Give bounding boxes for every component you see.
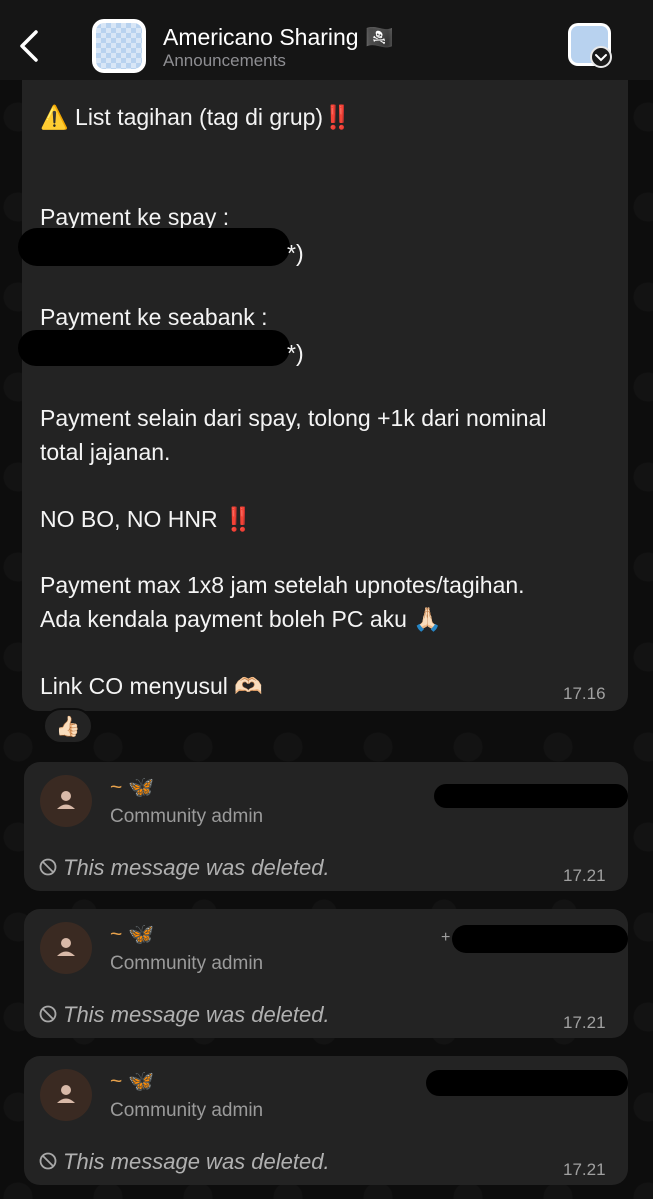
sender-name[interactable]: ~ 🦋 xyxy=(110,923,154,947)
thumbs-up-emoji: 👍🏻 xyxy=(55,714,81,738)
deleted-message[interactable]: ~ 🦋 Community admin + This message was d… xyxy=(24,909,628,1038)
heart-hands-emoji: 🫶🏻 xyxy=(234,674,263,700)
channel-subtitle: Announcements xyxy=(163,51,286,70)
double-exclamation-emoji: ‼️ xyxy=(224,507,253,533)
avatar[interactable] xyxy=(40,1069,92,1121)
sender-name[interactable]: ~ 🦋 xyxy=(110,1070,154,1094)
pirate-flag-emoji: 🏴‍☠️ xyxy=(365,25,394,51)
deleted-icon xyxy=(39,1005,57,1023)
deleted-message[interactable]: ~ 🦋 Community admin This message was del… xyxy=(24,762,628,891)
note-line-1: Payment selain dari spay, tolong +1k dar… xyxy=(40,405,547,431)
deleted-icon xyxy=(39,1152,57,1170)
folded-hands-emoji: 🙏🏻 xyxy=(413,607,442,633)
redacted-phone-number xyxy=(434,784,628,808)
note-line-2: total jajanan. xyxy=(40,439,171,465)
message-time: 17.21 xyxy=(563,1013,606,1032)
seabank-label: Payment ke seabank : xyxy=(40,304,268,330)
redacted-seabank-number xyxy=(18,330,290,366)
chevron-left-icon xyxy=(20,30,38,62)
sender-role: Community admin xyxy=(110,1100,264,1121)
deleted-text: This message was deleted. xyxy=(63,1002,330,1027)
warning-emoji: ⚠️ xyxy=(40,105,69,131)
deadline-text: Ada kendala payment boleh PC aku xyxy=(40,606,407,632)
no-bo-text: NO BO, NO HNR xyxy=(40,506,218,532)
no-bo-line: NO BO, NO HNR ‼️ xyxy=(40,506,253,533)
group-avatar[interactable] xyxy=(92,19,146,73)
redacted-phone-number xyxy=(452,925,628,953)
deleted-icon xyxy=(39,858,57,876)
double-exclamation-emoji: ‼️ xyxy=(323,105,352,131)
avatar[interactable] xyxy=(40,775,92,827)
message-time: 17.16 xyxy=(563,684,606,703)
spay-label: Payment ke spay : xyxy=(40,204,230,230)
message-time: 17.21 xyxy=(563,1160,606,1179)
avatar[interactable] xyxy=(40,922,92,974)
deleted-text: This message was deleted. xyxy=(63,1149,330,1174)
chevron-down-icon xyxy=(595,54,607,62)
group-title[interactable]: Americano Sharing 🏴‍☠️ xyxy=(163,24,394,51)
spay-suffix: *) xyxy=(287,240,304,266)
sender-role: Community admin xyxy=(110,953,264,974)
thumbs-up-reaction[interactable]: 👍🏻 xyxy=(43,708,93,744)
sender-role: Community admin xyxy=(110,806,264,827)
deleted-text: This message was deleted. xyxy=(63,855,330,880)
phone-prefix: + xyxy=(441,929,451,946)
group-avatar-image xyxy=(96,23,142,69)
person-icon xyxy=(57,938,75,956)
person-icon xyxy=(57,791,75,809)
link-text: Link CO menyusul xyxy=(40,673,228,699)
deadline-line-1: Payment max 1x8 jam setelah upnotes/tagi… xyxy=(40,572,525,598)
message-time: 17.21 xyxy=(563,866,606,885)
person-icon xyxy=(57,1085,75,1103)
chevron-down-badge-icon[interactable] xyxy=(590,46,612,68)
heading-text: List tagihan (tag di grup) xyxy=(75,104,324,130)
seabank-suffix: *) xyxy=(287,340,304,366)
back-button[interactable] xyxy=(12,24,46,68)
redacted-phone-number xyxy=(426,1070,628,1096)
link-line: Link CO menyusul 🫶🏻 xyxy=(40,673,263,700)
sender-name[interactable]: ~ 🦋 xyxy=(110,776,154,800)
message-heading: ⚠️ List tagihan (tag di grup)‼️ xyxy=(40,104,352,131)
deleted-message[interactable]: ~ 🦋 Community admin This message was del… xyxy=(24,1056,628,1185)
group-title-text: Americano Sharing xyxy=(163,24,359,50)
redacted-spay-number xyxy=(18,228,290,266)
deadline-line-2: Ada kendala payment boleh PC aku 🙏🏻 xyxy=(40,606,442,633)
chat-header: Americano Sharing 🏴‍☠️ Announcements xyxy=(0,0,653,80)
